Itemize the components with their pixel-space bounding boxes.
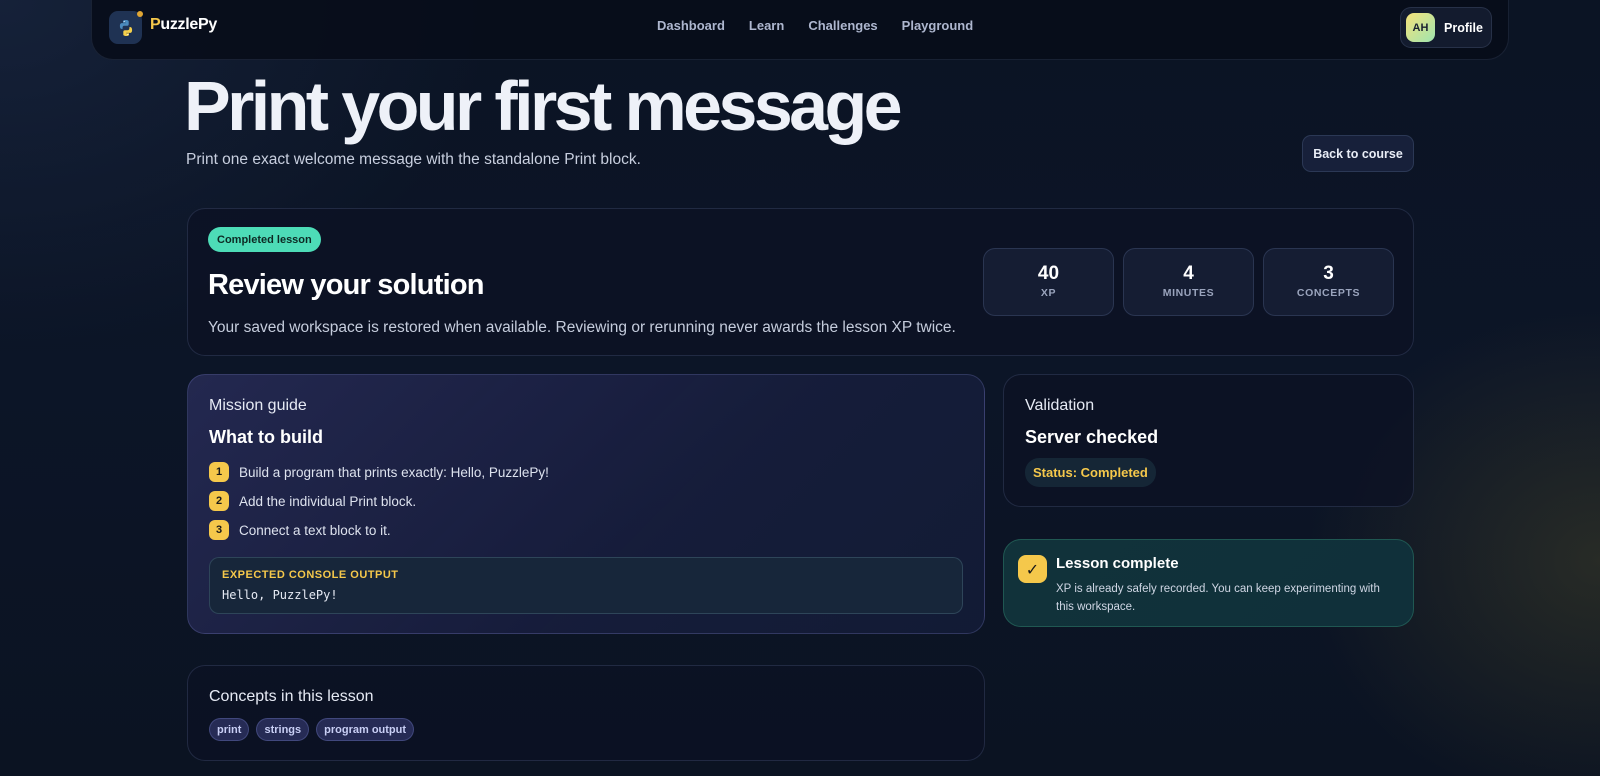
concept-chip-print[interactable]: print [209,718,250,741]
python-logo-icon[interactable] [109,11,143,44]
status-badge: Status: Completed [1025,458,1156,487]
top-navbar: PuzzlePy Dashboard Learn Challenges Play… [91,0,1509,60]
list-item: 1 Build a program that prints exactly: H… [209,462,549,482]
mission-heading: What to build [209,427,323,447]
stat-xp: 40 XP [983,248,1114,316]
concept-chips: print strings program output [209,718,415,741]
concepts-kicker: Concepts in this lesson [209,688,374,705]
step-number: 2 [209,491,229,511]
lesson-complete-title: Lesson complete [1056,555,1179,572]
nav-link-dashboard[interactable]: Dashboard [657,18,725,33]
avatar: AH [1406,13,1435,42]
validation-kicker: Validation [1025,397,1095,414]
list-item: 3 Connect a text block to it. [209,520,549,540]
step-text: Add the individual Print block. [239,493,417,509]
step-text: Connect a text block to it. [239,522,391,538]
validation-heading: Server checked [1025,427,1159,447]
profile-button[interactable]: AH Profile [1400,7,1492,48]
step-list: 1 Build a program that prints exactly: H… [209,462,549,549]
stat-label: XP [1040,287,1057,299]
step-text: Build a program that prints exactly: Hel… [239,464,549,480]
nav-link-challenges[interactable]: Challenges [808,18,877,33]
stat-concepts: 3 CONCEPTS [1263,248,1394,316]
review-title: Review your solution [208,269,484,301]
expected-output-label: EXPECTED CONSOLE OUTPUT [222,569,399,581]
stat-value: 3 [1323,263,1334,284]
lesson-complete-card: ✓ Lesson complete XP is already safely r… [1003,539,1414,627]
review-card: Completed lesson Review your solution Yo… [187,208,1414,356]
concept-chip-program-output[interactable]: program output [316,718,415,741]
mission-guide-card: Mission guide What to build 1 Build a pr… [187,374,985,634]
nav-link-playground[interactable]: Playground [902,18,974,33]
step-number: 1 [209,462,229,482]
back-to-course-button[interactable]: Back to course [1302,135,1414,172]
nav-link-learn[interactable]: Learn [749,18,784,33]
page-title: Print your first message [184,67,903,145]
validation-card: Validation Server checked Status: Comple… [1003,374,1414,507]
step-number: 3 [209,520,229,540]
concepts-card: Concepts in this lesson print strings pr… [187,665,985,761]
stat-value: 40 [1037,263,1060,284]
stat-label: MINUTES [1162,287,1215,299]
brand-name[interactable]: PuzzlePy [150,16,217,34]
stat-minutes: 4 MINUTES [1123,248,1254,316]
notification-dot [137,11,143,17]
nav-links: Dashboard Learn Challenges Playground [657,18,973,33]
lesson-complete-text: XP is already safely recorded. You can k… [1056,583,1380,613]
expected-output-code: Hello, PuzzlePy! [222,588,338,602]
review-description: Your saved workspace is restored when av… [208,319,956,336]
list-item: 2 Add the individual Print block. [209,491,549,511]
concept-chip-strings[interactable]: strings [256,718,310,741]
mission-kicker: Mission guide [209,397,307,414]
completed-badge: Completed lesson [208,227,321,252]
expected-output-box: EXPECTED CONSOLE OUTPUT Hello, PuzzlePy! [209,557,963,614]
stat-value: 4 [1183,263,1194,284]
page-subtitle: Print one exact welcome message with the… [186,151,641,168]
stat-label: CONCEPTS [1296,287,1361,299]
checkmark-icon: ✓ [1018,555,1047,583]
profile-label: Profile [1444,20,1483,35]
